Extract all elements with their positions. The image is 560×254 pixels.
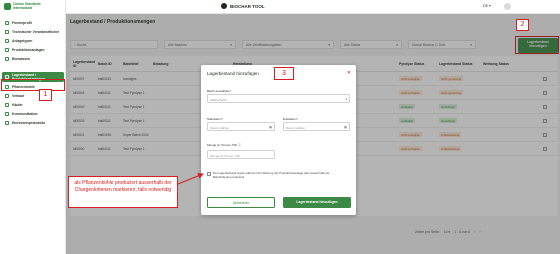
sidebar-item-anlagetypen[interactable]: Anlagetypen [2, 36, 64, 45]
sidebar-item-label: Emissionsprotokolle [12, 120, 46, 125]
brand: BIOCHAR TOOL [221, 3, 265, 9]
building-icon [5, 20, 9, 25]
start-date-label: Startdatum* [207, 117, 223, 121]
sidebar-item-produktionsanlagen[interactable]: Produktionsanlagen [2, 45, 64, 54]
factory-icon [5, 38, 9, 43]
sidebar-item-label: Produktionsanlagen [12, 47, 45, 52]
sidebar-item-label: Anlagetypen [12, 38, 33, 43]
start-date-field[interactable]: Datum wählen ▦ [207, 122, 275, 131]
calendar-icon: ▦ [344, 125, 347, 129]
info-icon[interactable]: ⓘ [238, 143, 241, 147]
amount-label: Menge (in Tonnen TM) ⓘ [207, 143, 241, 147]
doc-icon [5, 120, 9, 125]
annotation-highlight-sidebar [1, 79, 65, 91]
top-bar: BIOCHAR TOOL DE ▾ [66, 0, 560, 14]
user-icon [5, 29, 9, 34]
outside-criteria-checkbox[interactable] [207, 172, 211, 176]
avatar[interactable] [504, 3, 511, 10]
end-date-field[interactable]: Datum wählen ▦ [283, 122, 350, 131]
sidebar: Carbon Standards International Firmenpro… [0, 0, 66, 254]
logo-line-2: International [13, 5, 33, 10]
annotation-note: als Pflanzenkohle produziert ausserhalb … [68, 176, 178, 208]
add-inventory-dialog: Lagerbestand hinzufügen ✕ 3 Batch auswäh… [201, 65, 356, 215]
sidebar-item-label: Verkauf [12, 93, 25, 98]
annotation-number-2: 2 [516, 19, 529, 31]
sidebar-item-label: Firmenprofil [12, 20, 32, 25]
language-select[interactable]: DE ▾ [483, 4, 491, 8]
sidebar-item-kaeufer[interactable]: Käufer [2, 100, 64, 109]
sidebar-item-firmenprofil[interactable]: Firmenprofil [2, 18, 64, 27]
amount-input[interactable]: Menge (in Tonnen TM) [207, 150, 275, 159]
sidebar-item-kommunikation[interactable]: Kommunikation [2, 109, 64, 118]
chevron-down-icon: ▾ [345, 97, 347, 101]
annotation-number-1: 1 [39, 89, 52, 101]
cart-icon [5, 93, 9, 98]
logo: Carbon Standards International [4, 2, 41, 11]
brand-title: BIOCHAR TOOL [230, 3, 265, 9]
chat-icon [5, 111, 9, 116]
sidebar-item-label: Käufer [12, 102, 23, 107]
batch-select[interactable]: Wähle Batch ▾ [207, 94, 350, 103]
end-date-label: Enddatum* [283, 117, 298, 121]
annotation-number-3: 3 [274, 67, 294, 80]
sidebar-item-verkauf[interactable]: Verkauf [2, 91, 64, 100]
sidebar-item-label: Biomassen [12, 56, 31, 61]
buyer-icon [5, 102, 9, 107]
sidebar-item-label: Kommunikation [12, 111, 38, 116]
dialog-title: Lagerbestand hinzufügen [207, 71, 259, 76]
sidebar-item-technischer-verantwortlicher[interactable]: Technischer Verantwortlicher [2, 27, 64, 36]
brand-logo-icon [221, 3, 227, 9]
submit-button[interactable]: Lagerbestand hinzufügen [283, 197, 351, 208]
batch-label: Batch auswählen* [207, 89, 232, 93]
sidebar-item-label: Technischer Verantwortlicher [12, 29, 60, 34]
outside-criteria-label[interactable]: Der Lagerbestand wurde während der Wartu… [213, 171, 348, 179]
leaf-icon [5, 56, 9, 61]
sidebar-item-emissionsprotokolle[interactable]: Emissionsprotokolle [2, 118, 64, 127]
close-icon[interactable]: ✕ [347, 70, 351, 76]
plant-icon [5, 47, 9, 52]
cancel-button[interactable]: Abbrechen [207, 197, 275, 208]
logo-icon [4, 3, 11, 11]
calendar-icon: ▦ [269, 125, 272, 129]
sidebar-nav: Firmenprofil Technischer Verantwortliche… [2, 18, 64, 127]
sidebar-item-biomassen[interactable]: Biomassen [2, 54, 64, 63]
